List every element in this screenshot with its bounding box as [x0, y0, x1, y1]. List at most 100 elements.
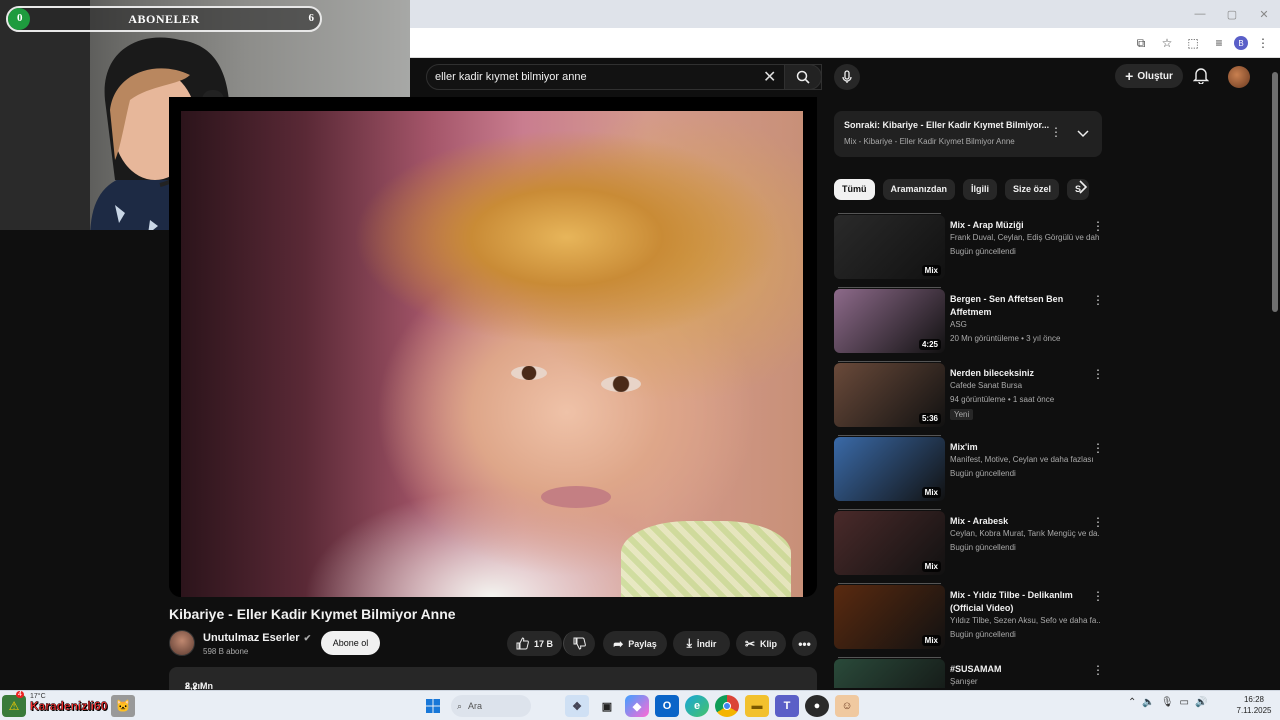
more-vertical-icon[interactable]: ⋮	[1092, 293, 1104, 307]
copilot-icon[interactable]: ◆	[625, 695, 649, 717]
outlook-icon[interactable]: O	[655, 695, 679, 717]
account-avatar[interactable]	[1228, 66, 1250, 88]
chevron-up-icon[interactable]: ⌃	[1128, 697, 1136, 708]
recommendation-title[interactable]: Mix - Yıldız Tilbe - Delikanlım (Officia…	[950, 589, 1092, 615]
dislike-button[interactable]	[563, 631, 595, 656]
thumbs-up-icon	[516, 637, 529, 650]
filter-chip[interactable]: Size özel	[1005, 178, 1060, 200]
maximize-icon[interactable]: ▢	[1216, 0, 1248, 28]
filter-chips: Tümü Aramanızdan İlgili Size özel S	[834, 178, 1094, 200]
like-count: 17 B	[533, 638, 553, 649]
clip-button[interactable]: ✂ Klip	[736, 631, 786, 656]
bookmark-star-icon[interactable]: ☆	[1156, 33, 1178, 53]
video-thumbnail[interactable]: Mix	[834, 215, 945, 279]
page-scrollbar[interactable]	[1270, 58, 1280, 690]
taskbar-user-area: 17°C Karadenizli60	[30, 693, 108, 713]
chevron-right-icon[interactable]	[1078, 180, 1088, 199]
more-vertical-icon[interactable]: ⋮	[1092, 663, 1104, 677]
media-control-icon[interactable]: ≡	[1208, 33, 1230, 53]
search-input[interactable]: eller kadir kıymet bilmiyor anne ✕	[426, 64, 822, 90]
cat-avatar-icon: 🐱	[111, 695, 136, 717]
more-vertical-icon[interactable]: ⋮	[1092, 515, 1104, 529]
filter-chip[interactable]: Tümü	[834, 178, 875, 200]
more-vertical-icon[interactable]: ⋮	[1092, 219, 1104, 233]
edge-icon[interactable]: e	[685, 695, 709, 717]
scrollbar-thumb[interactable]	[1272, 72, 1278, 312]
obs-icon[interactable]: ●	[805, 695, 829, 717]
video-thumbnail[interactable]: 4:25	[834, 289, 945, 353]
recommendation-channel: Frank Duval, Ceylan, Ediş Görgülü ve dah…	[950, 233, 1100, 242]
recommendation-item[interactable]: Mix Mix - Arabesk Ceylan, Kobra Murat, Tar…	[834, 509, 1104, 577]
notifications-bell-icon[interactable]	[1192, 66, 1210, 89]
address-bar[interactable]: ⧉ ☆ ⬚ ≡ B ⋮	[410, 28, 1280, 58]
frame-detail	[511, 366, 547, 380]
video-thumbnail[interactable]: Mix	[834, 511, 945, 575]
filter-chip[interactable]: İlgili	[963, 178, 998, 200]
taskbar-search[interactable]: ⌕ Ara	[451, 695, 531, 717]
more-actions-button[interactable]: •••	[792, 631, 817, 656]
new-badge: Yeni	[950, 409, 974, 420]
recommendation-title[interactable]: #SUSAMAM	[950, 663, 1092, 676]
app-avatar-icon[interactable]: ☺	[835, 695, 859, 717]
volume-icon[interactable]: 🔊	[1195, 697, 1207, 708]
share-icon: ➦	[613, 636, 624, 651]
teams-icon[interactable]: T	[775, 695, 799, 717]
minimize-icon[interactable]: —	[1184, 0, 1216, 28]
recommendation-title[interactable]: Mix - Arap Müziği	[950, 219, 1092, 232]
voice-search-button[interactable]	[834, 64, 860, 90]
like-button[interactable]: 17 B	[507, 631, 562, 656]
extensions-icon[interactable]: ⬚	[1182, 33, 1204, 53]
more-vertical-icon[interactable]: ⋮	[1092, 367, 1104, 381]
more-vertical-icon[interactable]: ⋮	[1050, 125, 1062, 139]
filter-chip[interactable]: Aramanızdan	[882, 178, 956, 200]
create-button[interactable]: + Oluştur	[1115, 64, 1183, 88]
recommendation-item[interactable]: Mix Mix - Yıldız Tilbe - Delikanlım (Offi…	[834, 583, 1104, 651]
recommendation-title[interactable]: Mix - Arabesk	[950, 515, 1092, 528]
file-explorer-icon[interactable]: ▬	[745, 695, 769, 717]
channel-name[interactable]: Unutulmaz Eserler	[203, 632, 300, 644]
video-thumbnail[interactable]	[834, 659, 945, 688]
video-player[interactable]	[169, 97, 817, 597]
speaker-tray-icon[interactable]: 🔈	[1142, 697, 1154, 708]
more-vertical-icon[interactable]: ⋮	[1092, 441, 1104, 455]
clear-search-icon[interactable]: ✕	[763, 67, 776, 87]
menu-kebab-icon[interactable]: ⋮	[1252, 33, 1274, 53]
install-app-icon[interactable]: ⧉	[1130, 33, 1152, 53]
recommendation-item[interactable]: 4:25 Bergen - Sen Affetsen Ben Affetmem AS…	[834, 287, 1104, 355]
network-icon[interactable]: ▭	[1180, 697, 1189, 708]
channel-name-row[interactable]: Unutulmaz Eserler ✔	[203, 632, 311, 644]
search-button[interactable]	[784, 64, 822, 90]
windows-start-icon[interactable]	[421, 695, 445, 717]
recommendation-item[interactable]: #SUSAMAMŞanışer63 Mn görüntüleme • 6 yıl…	[834, 657, 1104, 688]
video-thumbnail[interactable]: Mix	[834, 437, 945, 501]
description-box[interactable]: 2,2 Mn görüntüleme 8 yıl önce	[169, 667, 817, 701]
chrome-icon[interactable]	[715, 695, 739, 717]
frame-detail	[621, 521, 791, 597]
share-button[interactable]: ➦ Paylaş	[603, 631, 667, 656]
taskbar-clock[interactable]: 16:28 7.11.2025	[1232, 694, 1276, 716]
video-frame	[181, 111, 803, 597]
download-button[interactable]: ⤓ İndir	[673, 631, 730, 656]
microphone-tray-icon[interactable]: 🎙	[1161, 697, 1174, 708]
channel-avatar[interactable]	[169, 630, 195, 656]
video-thumbnail[interactable]: 5:36	[834, 363, 945, 427]
recommendation-item[interactable]: 5:36 Nerden bileceksiniz Cafede Sanat Burs…	[834, 361, 1104, 429]
mix-badge: Mix	[921, 265, 941, 276]
task-view-icon[interactable]: ▣	[595, 695, 619, 717]
recommendation-title[interactable]: Bergen - Sen Affetsen Ben Affetmem	[950, 293, 1092, 319]
mix-badge: Mix	[921, 635, 941, 646]
recommendation-title[interactable]: Nerden bileceksiniz	[950, 367, 1092, 380]
more-vertical-icon[interactable]: ⋮	[1092, 589, 1104, 603]
widgets-icon[interactable]: ❖	[565, 695, 589, 717]
video-thumbnail[interactable]: Mix	[834, 585, 945, 649]
recommendation-item[interactable]: Mix Mix'im Manifest, Motive, Ceylan ve dah…	[834, 435, 1104, 503]
download-icon: ⤓	[686, 636, 692, 650]
profile-avatar[interactable]: B	[1234, 36, 1248, 50]
close-icon[interactable]: ✕	[1248, 0, 1280, 28]
recommendation-title[interactable]: Mix'im	[950, 441, 1092, 454]
chevron-down-icon[interactable]	[1077, 125, 1089, 143]
autoplay-next-card[interactable]: Sonraki: Kibariye - Eller Kadir Kıymet B…	[834, 111, 1102, 157]
recommendation-item[interactable]: Mix Mix - Arap Müziği Frank Duval, Ceylan,…	[834, 213, 1104, 281]
weather-icon[interactable]: ⚠ 4	[2, 691, 26, 717]
subscribe-button[interactable]: Abone ol	[321, 631, 380, 655]
